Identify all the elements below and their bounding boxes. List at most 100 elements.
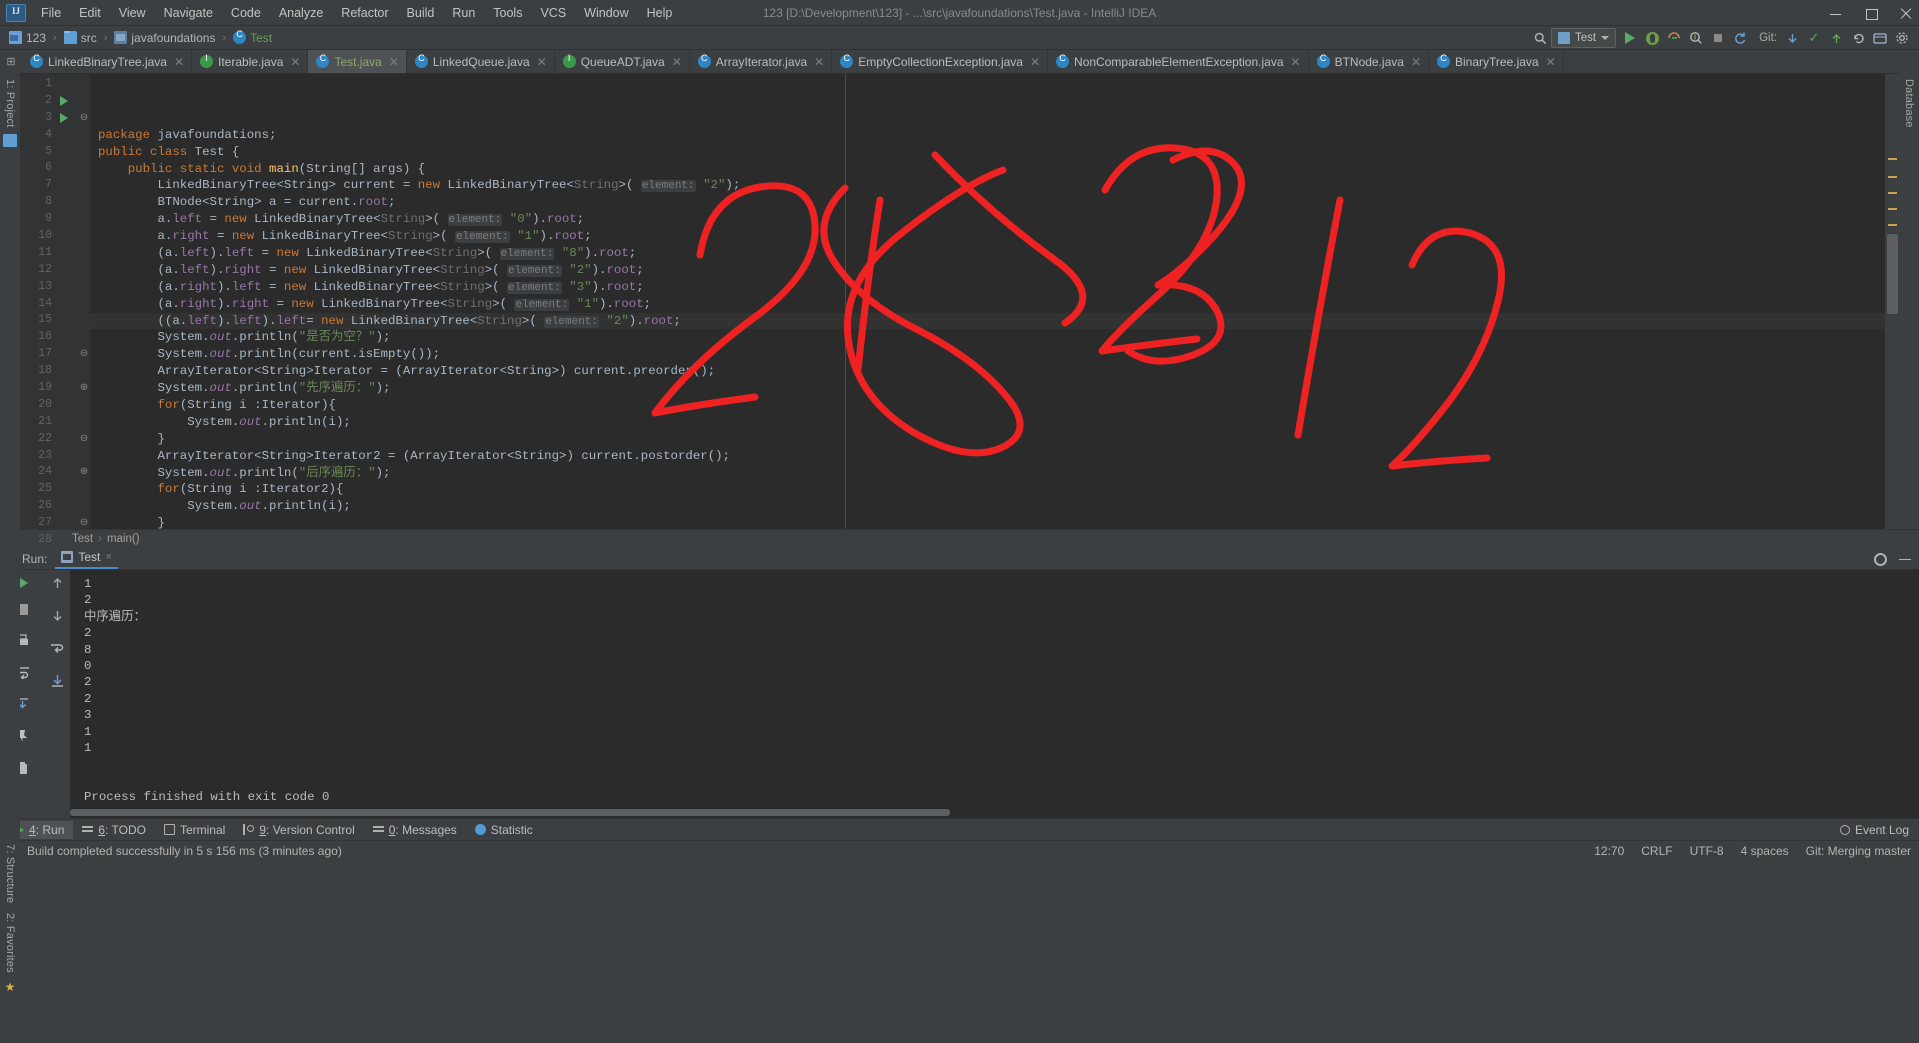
menu-vcs[interactable]: VCS — [531, 3, 575, 23]
run-configuration-selector[interactable]: Test — [1551, 28, 1617, 48]
vcs-push-icon[interactable] — [1825, 27, 1847, 49]
fold-toggle-icon[interactable]: ⊖ — [78, 110, 90, 127]
code-line[interactable]: public class Test { — [90, 144, 1885, 161]
vcs-update-icon[interactable] — [1781, 27, 1803, 49]
menu-file[interactable]: File — [32, 3, 70, 23]
code-line[interactable]: System.out.println("先序遍历："); — [90, 380, 1885, 397]
close-icon[interactable] — [1900, 7, 1913, 20]
code-line[interactable]: a.left = new LinkedBinaryTree<String>( e… — [90, 211, 1885, 228]
close-icon[interactable]: ✕ — [1030, 55, 1040, 69]
code-line[interactable]: (a.right).left = new LinkedBinaryTree<St… — [90, 279, 1885, 296]
fold-toggle-icon[interactable]: ⊖ — [78, 515, 90, 532]
stop-button[interactable] — [1707, 27, 1729, 49]
minimize-icon[interactable] — [1830, 7, 1843, 20]
menu-refactor[interactable]: Refactor — [332, 3, 397, 23]
vcs-commit-icon[interactable]: ✓ — [1803, 27, 1825, 49]
line-separator[interactable]: CRLF — [1641, 844, 1672, 858]
code-line[interactable]: (a.left).right = new LinkedBinaryTree<St… — [90, 262, 1885, 279]
code-line[interactable]: BTNode<String> a = current.root; — [90, 194, 1885, 211]
code-line[interactable]: (a.right).right = new LinkedBinaryTree<S… — [90, 296, 1885, 313]
tab-arrayiterator[interactable]: ArrayIterator.java ✕ — [690, 50, 833, 73]
sidebar-item-structure[interactable]: 7: Structure — [4, 841, 16, 906]
run-button[interactable] — [1619, 27, 1641, 49]
menu-analyze[interactable]: Analyze — [270, 3, 332, 23]
sidebar-item-database[interactable]: Database — [1903, 76, 1915, 131]
warning-marker[interactable] — [1888, 208, 1897, 210]
tab-binarytree[interactable]: BinaryTree.java ✕ — [1429, 50, 1564, 73]
breadcrumb-item-project[interactable]: 123 — [6, 30, 49, 46]
run-tab-test[interactable]: Test × — [55, 548, 118, 569]
code-line[interactable]: (a.left).left = new LinkedBinaryTree<Str… — [90, 245, 1885, 262]
file-encoding[interactable]: UTF-8 — [1690, 844, 1724, 858]
code-line[interactable]: ArrayIterator<String>Iterator = (ArrayIt… — [90, 363, 1885, 380]
update-project-button[interactable] — [1729, 27, 1751, 49]
code-line[interactable]: ((a.left).left).left= new LinkedBinaryTr… — [90, 312, 1885, 330]
code-line[interactable]: System.out.println("后序遍历："); — [90, 465, 1885, 482]
tab-btnode[interactable]: BTNode.java ✕ — [1309, 50, 1429, 73]
code-line[interactable]: System.out.println(i); — [90, 414, 1885, 431]
close-icon[interactable]: ✕ — [1411, 55, 1421, 69]
up-arrow-icon[interactable] — [51, 576, 64, 595]
event-log-button[interactable]: Event Log — [1839, 823, 1909, 837]
fold-toggle-icon[interactable]: ⊕ — [78, 464, 90, 481]
close-icon[interactable]: ✕ — [1546, 55, 1556, 69]
settings-icon[interactable] — [1891, 27, 1913, 49]
tab-iterable[interactable]: Iterable.java ✕ — [192, 50, 309, 73]
code-line[interactable]: System.out.println(i); — [90, 498, 1885, 515]
code-line[interactable]: System.out.println("是否为空？"); — [90, 329, 1885, 346]
code-line[interactable]: public static void main(String[] args) { — [90, 161, 1885, 178]
bottom-tab-statistic[interactable]: Statistic — [466, 821, 542, 839]
menu-code[interactable]: Code — [222, 3, 270, 23]
run-gutter-icon[interactable] — [60, 95, 68, 106]
tab-queueadt[interactable]: QueueADT.java ✕ — [555, 50, 690, 73]
warning-marker[interactable] — [1888, 176, 1897, 178]
gear-icon[interactable] — [1874, 552, 1887, 566]
breadcrumb-item-package[interactable]: javafoundations — [111, 30, 218, 46]
tab-noncomparableelementexception[interactable]: NonComparableElementException.java ✕ — [1048, 50, 1309, 73]
breadcrumb-item-src[interactable]: src — [61, 30, 100, 46]
code-line[interactable]: package javafoundations; — [90, 127, 1885, 144]
debug-button[interactable] — [1641, 27, 1663, 49]
menu-build[interactable]: Build — [398, 3, 444, 23]
fold-toggle-icon[interactable]: ⊕ — [78, 380, 90, 397]
tab-emptycollectionexception[interactable]: EmptyCollectionException.java ✕ — [832, 50, 1049, 73]
menu-edit[interactable]: Edit — [70, 3, 110, 23]
menu-navigate[interactable]: Navigate — [155, 3, 222, 23]
fold-toggle-icon[interactable]: ⊖ — [78, 431, 90, 448]
menu-help[interactable]: Help — [638, 3, 682, 23]
bottom-tab-todo[interactable]: 6: TODO — [73, 821, 155, 839]
tab-linkedqueue[interactable]: LinkedQueue.java ✕ — [407, 50, 555, 73]
sidebar-item-project[interactable]: 1: Project — [4, 76, 16, 130]
scroll-end-icon[interactable] — [50, 674, 65, 693]
warning-marker[interactable] — [1888, 158, 1897, 160]
menu-view[interactable]: View — [110, 3, 155, 23]
down-arrow-icon[interactable] — [51, 609, 64, 628]
menu-run[interactable]: Run — [443, 3, 484, 23]
code-line[interactable]: } — [90, 431, 1885, 448]
editor-code-area[interactable]: package javafoundations; public class Tes… — [90, 74, 1885, 529]
close-icon[interactable]: ✕ — [814, 55, 824, 69]
close-icon[interactable]: × — [105, 551, 111, 563]
breadcrumb-method[interactable]: main() — [107, 533, 140, 545]
editor-scrollbar-thumb[interactable] — [1887, 234, 1898, 314]
close-icon[interactable]: ✕ — [389, 55, 399, 69]
close-icon[interactable]: ✕ — [290, 55, 300, 69]
tab-test[interactable]: Test.java ✕ — [308, 50, 407, 73]
bottom-tab-version-control[interactable]: 9: Version Control — [234, 821, 363, 839]
soft-wrap-icon[interactable] — [50, 642, 65, 660]
code-line[interactable]: for(String i :Iterator2){ — [90, 481, 1885, 498]
code-line[interactable]: ArrayIterator<String>Iterator2 = (ArrayI… — [90, 448, 1885, 465]
tabs-pin-icon[interactable]: ⊞ — [0, 50, 22, 73]
warning-marker[interactable] — [1888, 192, 1897, 194]
console-horizontal-scrollbar[interactable] — [70, 809, 950, 816]
close-icon[interactable]: ✕ — [1291, 55, 1301, 69]
code-line[interactable]: LinkedBinaryTree<String> current = new L… — [90, 177, 1885, 194]
bottom-tab-terminal[interactable]: Terminal — [155, 821, 234, 839]
code-line[interactable]: for(String i :Iterator){ — [90, 397, 1885, 414]
project-folder-icon[interactable] — [3, 134, 17, 148]
profiler-button[interactable] — [1685, 27, 1707, 49]
code-line[interactable]: System.out.println(current.isEmpty()); — [90, 346, 1885, 363]
editor-gutter[interactable]: 1 2 3 4 5 6 7 8 9 10 11 12 13 14 15 16 17 18 19 20 21 22 23 24 2… — [20, 74, 78, 546]
bottom-tab-messages[interactable]: 0: Messages — [364, 821, 466, 839]
vcs-history-icon[interactable] — [1869, 27, 1891, 49]
